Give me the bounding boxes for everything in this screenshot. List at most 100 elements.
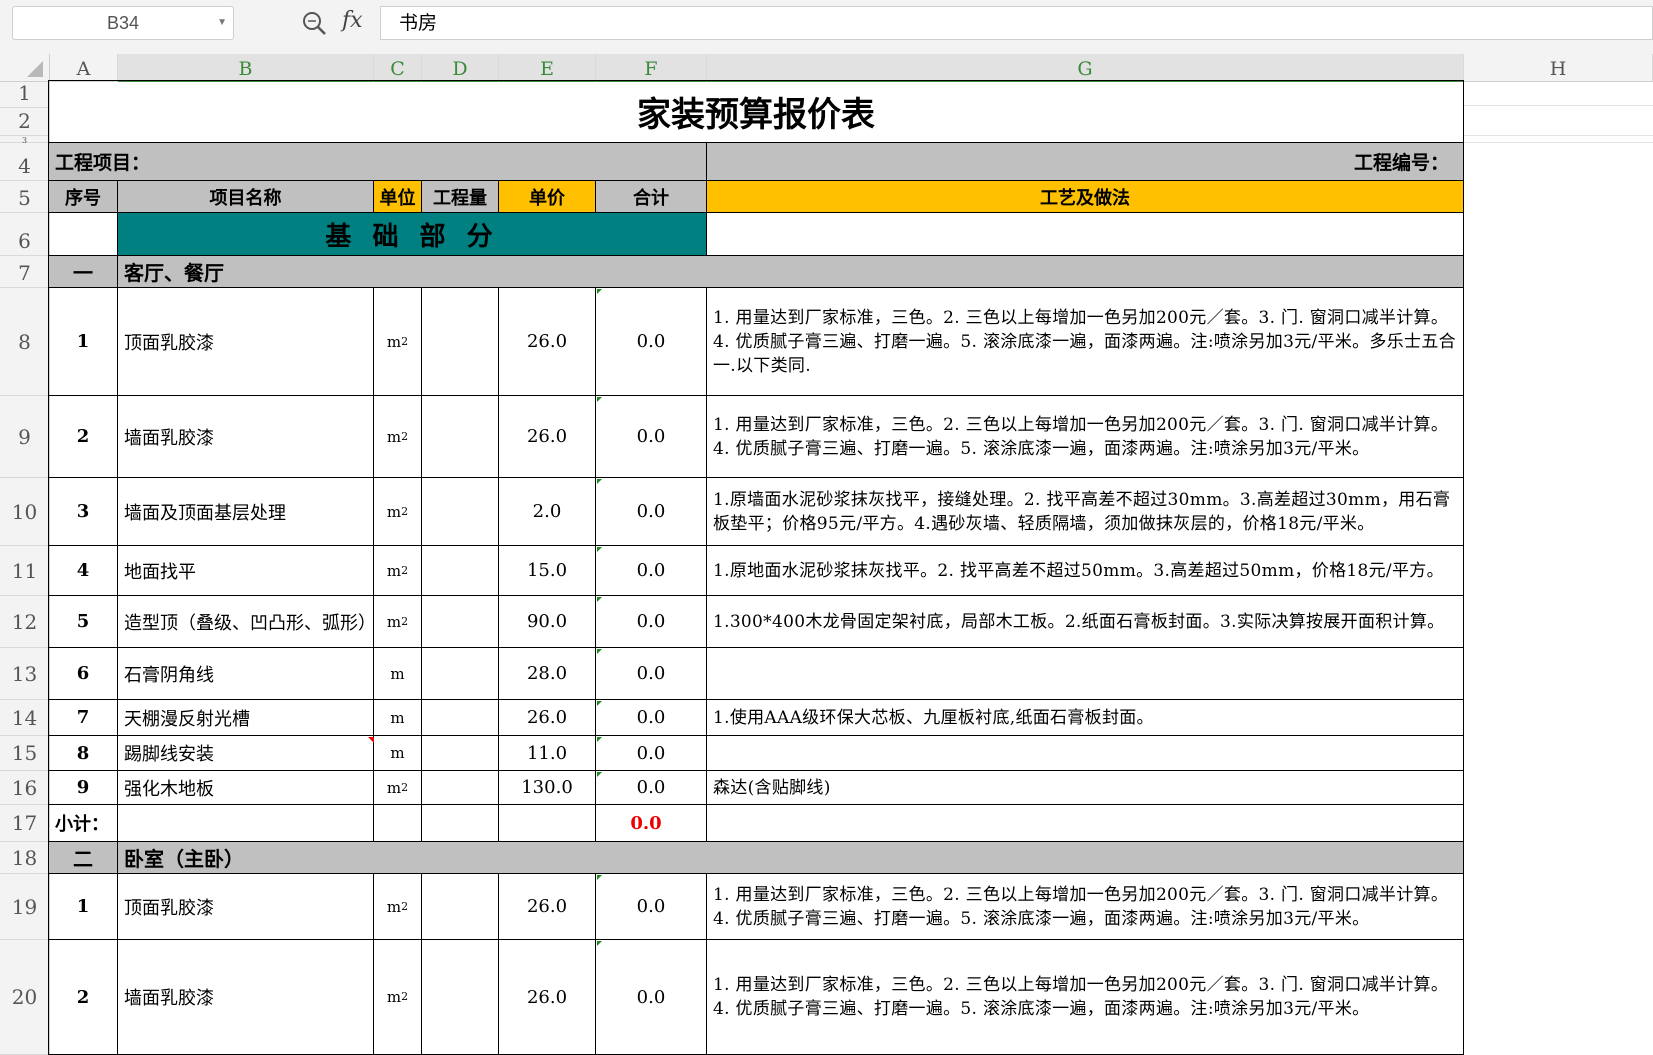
- item-unit[interactable]: m: [374, 648, 422, 700]
- item-price[interactable]: 26.0: [499, 288, 596, 396]
- section-basic[interactable]: 基 础 部 分: [118, 213, 707, 256]
- item-name[interactable]: 地面找平: [118, 546, 374, 596]
- group-name[interactable]: 客厅、餐厅: [118, 256, 1464, 288]
- row-header[interactable]: 12: [0, 596, 50, 648]
- formula-input[interactable]: 书房: [380, 6, 1653, 40]
- row-header[interactable]: 3: [0, 136, 50, 145]
- item-unit[interactable]: m2: [374, 874, 422, 940]
- column-header-g[interactable]: G: [707, 54, 1464, 82]
- item-description[interactable]: [707, 736, 1464, 771]
- row-header[interactable]: 18: [0, 842, 50, 874]
- blank-cell[interactable]: [118, 805, 374, 842]
- item-unit[interactable]: m: [374, 700, 422, 736]
- item-number[interactable]: 1: [48, 288, 118, 396]
- item-number[interactable]: 2: [48, 940, 118, 1055]
- project-number-label[interactable]: 工程编号：: [707, 143, 1464, 181]
- row-header[interactable]: 19: [0, 874, 50, 940]
- row-header[interactable]: 17: [0, 805, 50, 842]
- header-no[interactable]: 序号: [48, 181, 118, 213]
- item-price[interactable]: 26.0: [499, 874, 596, 940]
- item-description[interactable]: 森达(含贴脚线): [707, 771, 1464, 805]
- item-unit[interactable]: m2: [374, 940, 422, 1055]
- row-header[interactable]: 13: [0, 648, 50, 700]
- fx-icon[interactable]: fx: [342, 8, 363, 33]
- blank-cell[interactable]: [499, 805, 596, 842]
- row-header[interactable]: 4: [0, 143, 50, 181]
- column-header-a[interactable]: A: [50, 54, 118, 82]
- item-name[interactable]: 天棚漫反射光槽: [118, 700, 374, 736]
- item-name[interactable]: 石膏阴角线: [118, 648, 374, 700]
- blank-cell[interactable]: [707, 805, 1464, 842]
- item-quantity[interactable]: [422, 874, 499, 940]
- item-number[interactable]: 2: [48, 396, 118, 478]
- project-label[interactable]: 工程项目：: [48, 143, 707, 181]
- item-description[interactable]: [707, 648, 1464, 700]
- item-total[interactable]: 0.0: [596, 874, 707, 940]
- item-number[interactable]: 8: [48, 736, 118, 771]
- item-name[interactable]: 强化木地板: [118, 771, 374, 805]
- column-header-d[interactable]: D: [422, 54, 499, 82]
- select-all-corner[interactable]: [0, 54, 50, 82]
- column-header-e[interactable]: E: [499, 54, 596, 82]
- column-header-b[interactable]: B: [118, 54, 374, 82]
- item-name[interactable]: 造型顶（叠级、凹凸形、弧形）: [118, 596, 374, 648]
- item-description[interactable]: 1. 用量达到厂家标准，三色。2. 三色以上每增加一色另加200元／套。3. 门…: [707, 396, 1464, 478]
- row-header[interactable]: 1: [0, 81, 50, 108]
- blank-cell[interactable]: [48, 213, 118, 256]
- item-price[interactable]: 90.0: [499, 596, 596, 648]
- row-header[interactable]: 15: [0, 736, 50, 771]
- item-price[interactable]: 11.0: [499, 736, 596, 771]
- item-quantity[interactable]: [422, 771, 499, 805]
- item-price[interactable]: 28.0: [499, 648, 596, 700]
- item-number[interactable]: 9: [48, 771, 118, 805]
- item-name[interactable]: 踢脚线安装: [118, 736, 374, 771]
- name-box[interactable]: B34 ▼: [12, 6, 234, 40]
- header-unit[interactable]: 单位: [374, 181, 422, 213]
- item-description[interactable]: 1.原地面水泥砂浆抹灰找平。2. 找平高差不超过50mm。3.高差超过50mm，…: [707, 546, 1464, 596]
- item-price[interactable]: 26.0: [499, 700, 596, 736]
- item-quantity[interactable]: [422, 546, 499, 596]
- item-total[interactable]: 0.0: [596, 771, 707, 805]
- item-quantity[interactable]: [422, 396, 499, 478]
- row-header[interactable]: 16: [0, 771, 50, 805]
- item-total[interactable]: 0.0: [596, 478, 707, 546]
- row-header[interactable]: 20: [0, 940, 50, 1055]
- item-description[interactable]: 1.300*400木龙骨固定架衬底，局部木工板。2.纸面石膏板封面。3.实际决算…: [707, 596, 1464, 648]
- item-number[interactable]: 6: [48, 648, 118, 700]
- item-unit[interactable]: m2: [374, 546, 422, 596]
- row-header[interactable]: 10: [0, 478, 50, 546]
- item-unit[interactable]: m2: [374, 771, 422, 805]
- row-header[interactable]: 2: [0, 108, 50, 136]
- item-total[interactable]: 0.0: [596, 736, 707, 771]
- item-total[interactable]: 0.0: [596, 546, 707, 596]
- item-description[interactable]: 1.原墙面水泥砂浆抹灰找平，接缝处理。2. 找平高差不超过30mm。3.高差超过…: [707, 478, 1464, 546]
- group-name[interactable]: 卧室（主卧）: [118, 842, 1464, 874]
- item-price[interactable]: 130.0: [499, 771, 596, 805]
- header-method[interactable]: 工艺及做法: [707, 181, 1464, 213]
- item-number[interactable]: 3: [48, 478, 118, 546]
- item-description[interactable]: 1. 用量达到厂家标准，三色。2. 三色以上每增加一色另加200元／套。3. 门…: [707, 940, 1464, 1055]
- item-price[interactable]: 26.0: [499, 940, 596, 1055]
- item-quantity[interactable]: [422, 736, 499, 771]
- row-header[interactable]: 5: [0, 181, 50, 213]
- item-description[interactable]: 1. 用量达到厂家标准，三色。2. 三色以上每增加一色另加200元／套。3. 门…: [707, 874, 1464, 940]
- group-number[interactable]: 一: [48, 256, 118, 288]
- zoom-icon[interactable]: [300, 9, 328, 37]
- item-total[interactable]: 0.0: [596, 700, 707, 736]
- column-header-f[interactable]: F: [596, 54, 707, 82]
- subtotal-value[interactable]: 0.0: [596, 805, 707, 842]
- item-quantity[interactable]: [422, 596, 499, 648]
- item-name[interactable]: 顶面乳胶漆: [118, 874, 374, 940]
- row-header[interactable]: 8: [0, 288, 50, 396]
- row-header[interactable]: 11: [0, 546, 50, 596]
- item-quantity[interactable]: [422, 478, 499, 546]
- item-number[interactable]: 5: [48, 596, 118, 648]
- item-number[interactable]: 7: [48, 700, 118, 736]
- sheet-title[interactable]: 家装预算报价表: [48, 80, 1464, 143]
- item-name[interactable]: 墙面乳胶漆: [118, 396, 374, 478]
- row-header[interactable]: 14: [0, 700, 50, 736]
- row-header[interactable]: 6: [0, 213, 50, 256]
- item-unit[interactable]: m2: [374, 288, 422, 396]
- item-price[interactable]: 26.0: [499, 396, 596, 478]
- blank-cell[interactable]: [374, 805, 422, 842]
